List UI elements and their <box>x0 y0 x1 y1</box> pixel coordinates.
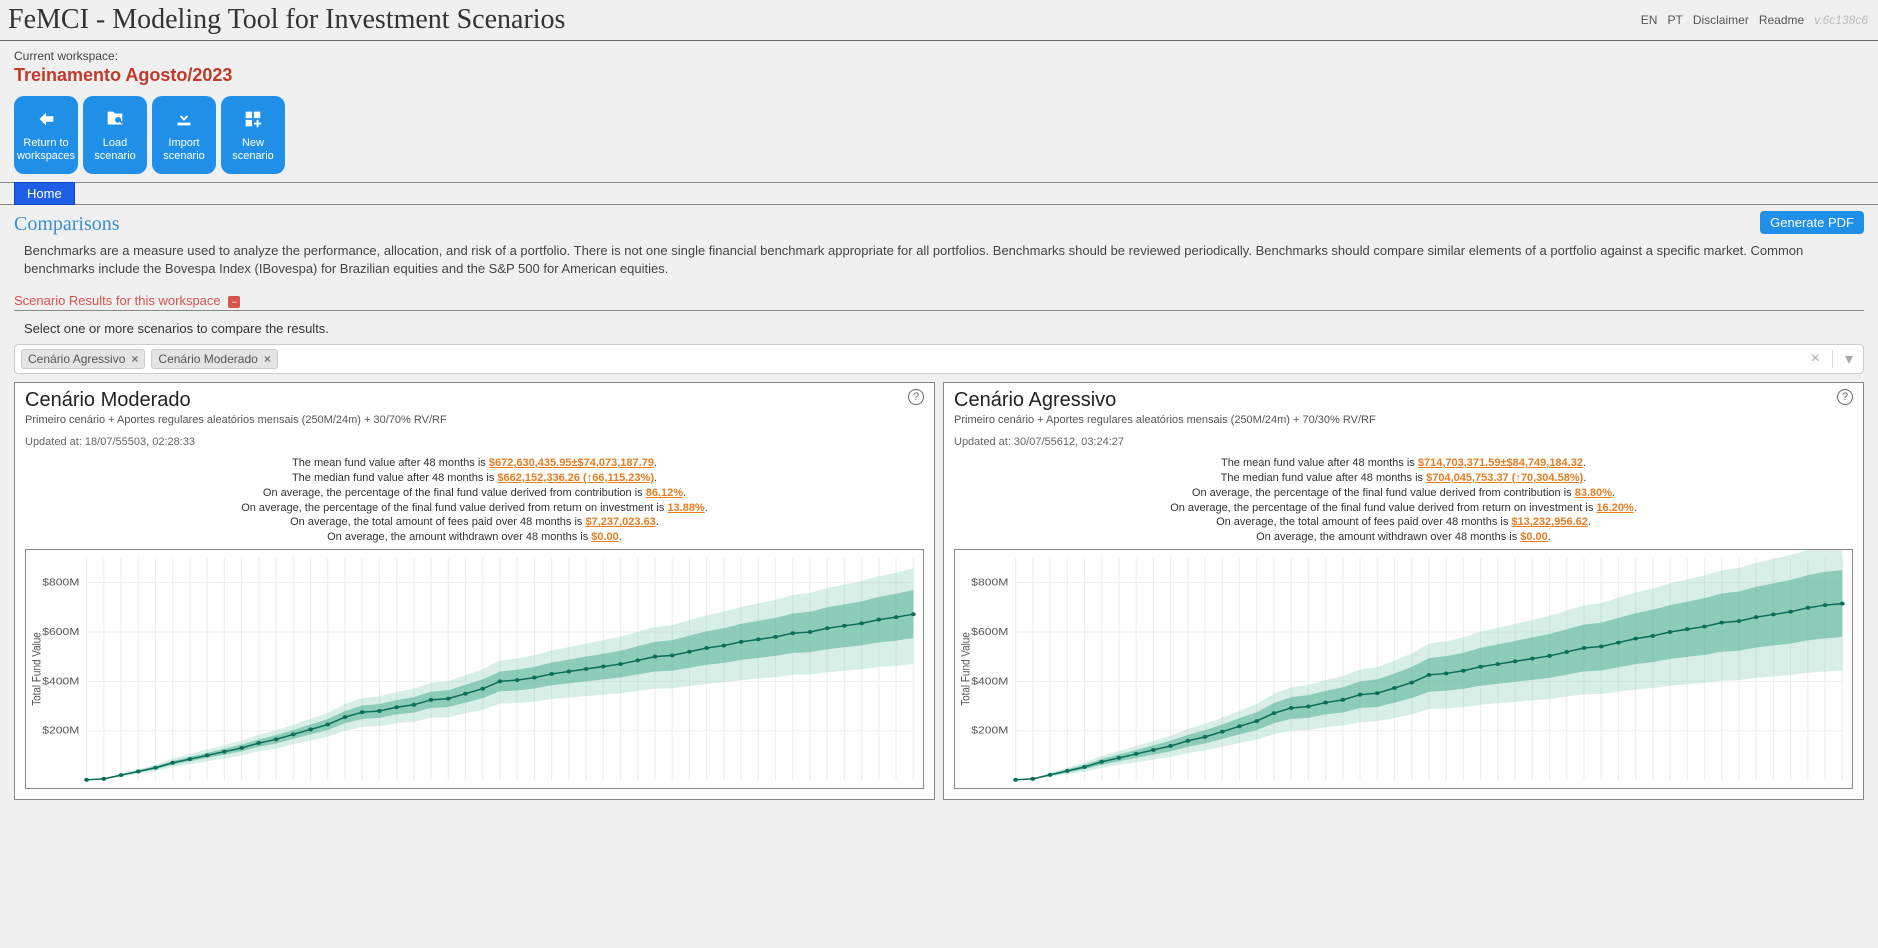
tab-home[interactable]: Home <box>14 182 75 205</box>
toolbar: Return to workspaces Load scenario Impor… <box>14 96 1864 174</box>
return-to-workspaces-button[interactable]: Return to workspaces <box>14 96 78 174</box>
stat-contribution-pct: 86.12% <box>646 487 683 499</box>
divider <box>1832 350 1833 368</box>
link-readme[interactable]: Readme <box>1759 13 1804 27</box>
button-label: Import scenario <box>156 137 212 161</box>
stat-median: $662,152,336.26 (↑66,115.23%) <box>497 472 654 484</box>
top-links: EN PT Disclaimer Readme v.6c138c6 <box>1641 13 1868 27</box>
stat-roi-pct: 13.88% <box>667 502 704 514</box>
stat-mean: $672,630,435.95±$74,073,187.79 <box>489 457 654 469</box>
chart-agressivo: $200M $400M $600M $800M Total Fund Value <box>954 549 1853 789</box>
panel-stats: The mean fund value after 48 months is $… <box>25 456 924 545</box>
svg-text:Total Fund Value: Total Fund Value <box>31 632 44 706</box>
button-label: New scenario <box>225 137 281 161</box>
top-bar: FeMCI - Modeling Tool for Investment Sce… <box>0 0 1878 40</box>
button-label: Return to workspaces <box>17 137 75 161</box>
panel-updated: Updated at: 30/07/55612, 03:24:27 <box>954 436 1853 448</box>
folder-search-icon <box>102 108 128 133</box>
results-header: Scenario Results for this workspace − <box>14 293 1864 311</box>
chip-label: Cenário Agressivo <box>28 352 125 366</box>
load-scenario-button[interactable]: Load scenario <box>83 96 147 174</box>
svg-text:$800M: $800M <box>971 578 1008 589</box>
help-icon[interactable]: ? <box>1837 389 1853 405</box>
benchmark-description: Benchmarks are a measure used to analyze… <box>14 242 1864 277</box>
chip-scenario: Cenário Moderado × <box>151 349 277 369</box>
svg-text:$600M: $600M <box>971 627 1008 638</box>
back-arrow-icon <box>33 108 59 133</box>
stat-fees: $7,237,023.63 <box>585 516 655 528</box>
chip-remove-icon[interactable]: × <box>131 352 138 366</box>
select-scenarios-hint: Select one or more scenarios to compare … <box>24 321 1864 336</box>
chip-remove-icon[interactable]: × <box>264 352 271 366</box>
panel-subtitle: Primeiro cenário + Aportes regulares ale… <box>954 414 1853 426</box>
workspace-block: Current workspace: Treinamento Agosto/20… <box>0 41 1878 182</box>
content: Generate PDF Comparisons Benchmarks are … <box>0 205 1878 820</box>
svg-text:$200M: $200M <box>42 726 79 737</box>
results-title: Scenario Results for this workspace − <box>14 293 240 308</box>
panel-title: Cenário Moderado <box>25 389 924 412</box>
panel-stats: The mean fund value after 48 months is $… <box>954 456 1853 545</box>
svg-text:$800M: $800M <box>42 578 79 589</box>
chip-label: Cenário Moderado <box>158 352 257 366</box>
lang-pt[interactable]: PT <box>1667 13 1682 27</box>
tab-strip: Home <box>0 182 1878 205</box>
multiselect-controls: × ▾ <box>1807 349 1857 369</box>
stat-median: $704,045,753.37 (↑70,304.58%) <box>1426 472 1583 484</box>
panels-row: ? Cenário Moderado Primeiro cenário + Ap… <box>14 382 1864 800</box>
comparisons-title: Comparisons <box>14 213 1864 236</box>
help-icon[interactable]: ? <box>908 389 924 405</box>
stat-mean: $714,703,371.59±$84,749,184.32 <box>1418 457 1583 469</box>
import-scenario-button[interactable]: Import scenario <box>152 96 216 174</box>
collapse-icon[interactable]: − <box>228 296 240 308</box>
stat-roi-pct: 16.20% <box>1596 502 1633 514</box>
version-label: v.6c138c6 <box>1814 13 1868 27</box>
workspace-name: Treinamento Agosto/2023 <box>14 65 1864 86</box>
chip-scenario: Cenário Agressivo × <box>21 349 145 369</box>
clear-selection-icon[interactable]: × <box>1807 350 1824 368</box>
lang-en[interactable]: EN <box>1641 13 1658 27</box>
chart-moderado: $200M $400M $600M $800M Total Fund Value <box>25 549 924 789</box>
results-title-text: Scenario Results for this workspace <box>14 293 221 308</box>
add-grid-icon <box>240 108 266 133</box>
svg-text:Total Fund Value: Total Fund Value <box>960 632 973 706</box>
brand-title: FeMCI - Modeling Tool for Investment Sce… <box>8 4 565 36</box>
scenario-multiselect[interactable]: Cenário Agressivo × Cenário Moderado × ×… <box>14 344 1864 374</box>
stat-withdrawn: $0.00 <box>1520 531 1548 543</box>
svg-text:$400M: $400M <box>42 676 79 687</box>
svg-text:$200M: $200M <box>971 726 1008 737</box>
download-icon <box>171 108 197 133</box>
panel-subtitle: Primeiro cenário + Aportes regulares ale… <box>25 414 924 426</box>
stat-fees: $13,232,956.62 <box>1511 516 1587 528</box>
scenario-panel-agressivo: ? Cenário Agressivo Primeiro cenário + A… <box>943 382 1864 800</box>
svg-text:$400M: $400M <box>971 676 1008 687</box>
stat-withdrawn: $0.00 <box>591 531 619 543</box>
link-disclaimer[interactable]: Disclaimer <box>1693 13 1749 27</box>
chevron-down-icon[interactable]: ▾ <box>1841 349 1857 369</box>
workspace-label: Current workspace: <box>14 49 1864 63</box>
svg-text:$600M: $600M <box>42 627 79 638</box>
panel-updated: Updated at: 18/07/55503, 02:28:33 <box>25 436 924 448</box>
new-scenario-button[interactable]: New scenario <box>221 96 285 174</box>
panel-title: Cenário Agressivo <box>954 389 1853 412</box>
button-label: Load scenario <box>87 137 143 161</box>
stat-contribution-pct: 83.80% <box>1575 487 1612 499</box>
generate-pdf-button[interactable]: Generate PDF <box>1760 211 1864 234</box>
scenario-panel-moderado: ? Cenário Moderado Primeiro cenário + Ap… <box>14 382 935 800</box>
